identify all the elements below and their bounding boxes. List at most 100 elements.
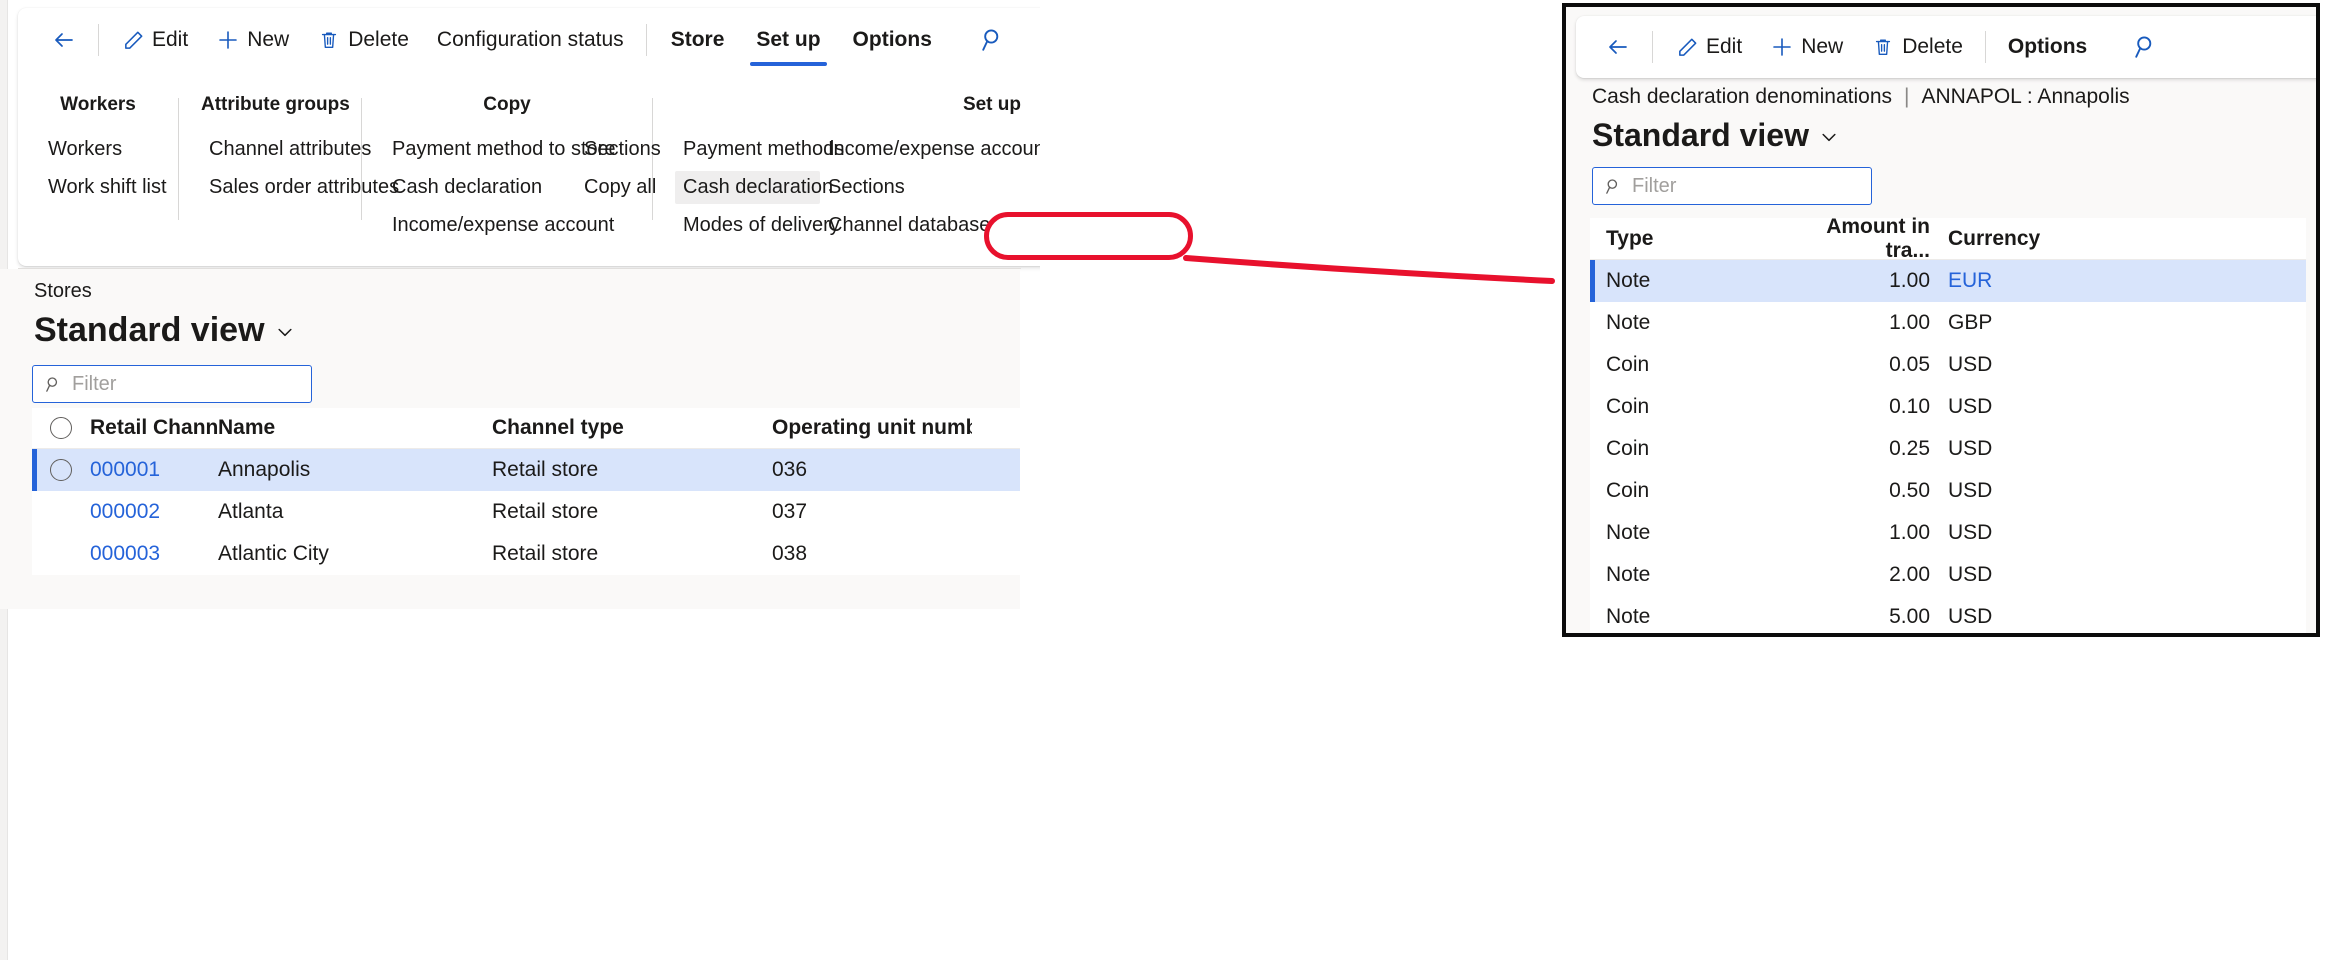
ribbon-group-title: Set up: [675, 94, 1031, 116]
ribbon-group-setup: Set up Payment methods Cash declaration …: [653, 94, 1040, 242]
tab-options[interactable]: Options: [837, 12, 948, 68]
ribbon-item-modes-of-delivery[interactable]: Modes of delivery: [675, 209, 820, 242]
cell-currency: USD: [1930, 563, 2080, 587]
configuration-status-button[interactable]: Configuration status: [423, 18, 638, 62]
radio-icon: [50, 459, 72, 481]
panel-search-button[interactable]: [2119, 22, 2173, 72]
ribbon-group-title: Workers: [40, 94, 156, 116]
cell-type: Coin: [1590, 437, 1800, 461]
table-row[interactable]: Note 1.00 EUR: [1590, 260, 2306, 302]
table-row[interactable]: 000003 Atlantic City Retail store 038: [32, 533, 1020, 575]
ribbon-item-workers[interactable]: Workers: [40, 133, 175, 166]
tabs-divider: [646, 24, 647, 56]
cell-type: Note: [1590, 311, 1800, 335]
select-all-radio[interactable]: [32, 417, 90, 439]
ribbon-item-copy-payment-method-to-store[interactable]: Payment method to store: [384, 133, 576, 166]
tab-store[interactable]: Store: [655, 12, 741, 68]
chevron-down-icon: [275, 322, 293, 340]
edit-button-label: Edit: [152, 28, 188, 52]
table-row[interactable]: 000001 Annapolis Retail store 036: [32, 449, 1020, 491]
command-bar-divider: [1652, 31, 1653, 63]
column-header-amount[interactable]: Amount in tra...: [1800, 215, 1930, 263]
cell-currency: USD: [1930, 353, 2080, 377]
cell-amount: 0.50: [1800, 479, 1930, 503]
column-header-retail-channel-id[interactable]: Retail Channel Id: [90, 416, 218, 440]
column-header-channel-type[interactable]: Channel type: [492, 416, 772, 440]
command-bar-divider: [98, 24, 99, 56]
column-header-currency[interactable]: Currency: [1930, 227, 2080, 251]
panel-delete-button[interactable]: Delete: [1857, 25, 1977, 69]
search-button[interactable]: [966, 15, 1020, 65]
ribbon-item-income-expense-account[interactable]: Income/expense account: [820, 133, 1040, 166]
table-row[interactable]: Coin 0.25 USD: [1590, 428, 2306, 470]
ribbon-item-copy-income-expense-account[interactable]: Income/expense account: [384, 209, 576, 242]
cell-retail-channel-id[interactable]: 000001: [90, 458, 218, 482]
table-row[interactable]: 000002 Atlanta Retail store 037: [32, 491, 1020, 533]
ribbon-item-cash-declaration[interactable]: Cash declaration: [675, 171, 820, 204]
panel-filter-input-container[interactable]: Filter: [1592, 167, 1872, 205]
column-header-type[interactable]: Type: [1590, 227, 1800, 251]
cash-declaration-denominations-panel: Edit New Delete: [1562, 3, 2320, 637]
ribbon-group-attribute-groups: Attribute groups Channel attributes Sale…: [179, 94, 361, 242]
tab-setup[interactable]: Set up: [740, 12, 836, 68]
tab-options-label: Options: [853, 28, 932, 52]
view-selector[interactable]: Standard view: [34, 311, 293, 350]
cell-retail-channel-id[interactable]: 000002: [90, 500, 218, 524]
back-arrow-icon: [1606, 35, 1630, 59]
filter-input[interactable]: Filter: [72, 373, 116, 396]
edit-button[interactable]: Edit: [107, 18, 202, 62]
cell-amount: 0.05: [1800, 353, 1930, 377]
panel-edit-button[interactable]: Edit: [1661, 25, 1756, 69]
panel-view-selector[interactable]: Standard view: [1592, 117, 1837, 154]
stores-list-page: Stores Standard view Filter: [0, 269, 1020, 609]
ribbon-item-channel-database[interactable]: Channel database: [820, 209, 1040, 242]
cell-currency: USD: [1930, 605, 2080, 629]
panel-new-button[interactable]: New: [1756, 25, 1857, 69]
table-row[interactable]: Note 1.00 GBP: [1590, 302, 2306, 344]
ribbon-item-sections[interactable]: Sections: [820, 171, 1040, 204]
back-button[interactable]: [38, 18, 90, 62]
column-header-operating-unit-number[interactable]: Operating unit number: [772, 416, 972, 440]
configuration-status-label: Configuration status: [437, 28, 624, 52]
table-row[interactable]: Coin 0.05 USD: [1590, 344, 2306, 386]
table-row[interactable]: Coin 0.10 USD: [1590, 386, 2306, 428]
column-header-name[interactable]: Name: [218, 416, 492, 440]
panel-breadcrumb: Cash declaration denominations | ANNAPOL…: [1592, 85, 2130, 109]
panel-filter-input[interactable]: Filter: [1632, 175, 1676, 198]
row-radio[interactable]: [32, 459, 90, 481]
panel-command-bar: Edit New Delete: [1576, 16, 2316, 78]
delete-button[interactable]: Delete: [303, 18, 423, 62]
cell-name: Atlanta: [218, 500, 492, 524]
left-application-window: Edit New Delete: [0, 0, 1040, 960]
search-icon: [979, 26, 1007, 54]
cell-currency[interactable]: EUR: [1930, 269, 2080, 293]
ribbon-item-payment-methods[interactable]: Payment methods: [675, 133, 820, 166]
cell-type: Note: [1590, 605, 1800, 629]
panel-options-label: Options: [2008, 35, 2087, 59]
annotation-arrow: [1180, 225, 1560, 295]
page-title: Standard view: [34, 311, 265, 350]
table-row[interactable]: Note 2.00 USD: [1590, 554, 2306, 596]
ribbon-group-title: Attribute groups: [201, 94, 339, 116]
panel-options-button[interactable]: Options: [1994, 25, 2101, 69]
cell-channel-type: Retail store: [492, 542, 772, 566]
ribbon-item-copy-cash-declaration[interactable]: Cash declaration: [384, 171, 576, 204]
filter-input-container[interactable]: Filter: [32, 365, 312, 403]
pencil-icon: [121, 28, 145, 52]
table-row[interactable]: Note 1.00 USD: [1590, 512, 2306, 554]
cell-type: Note: [1590, 563, 1800, 587]
cell-type: Coin: [1590, 353, 1800, 377]
new-button[interactable]: New: [202, 18, 303, 62]
table-row[interactable]: Note 5.00 USD: [1590, 596, 2306, 633]
stores-grid: Retail Channel Id Name Channel type Oper…: [32, 408, 1020, 575]
panel-back-button[interactable]: [1592, 25, 1644, 69]
table-row[interactable]: Coin 0.50 USD: [1590, 470, 2306, 512]
cell-amount: 1.00: [1800, 521, 1930, 545]
cell-retail-channel-id[interactable]: 000003: [90, 542, 218, 566]
pencil-icon: [1675, 35, 1699, 59]
ribbon-item-work-shift-list[interactable]: Work shift list: [40, 171, 175, 204]
ribbon-group-title: Copy: [384, 94, 630, 116]
command-bar-divider: [1985, 31, 1986, 63]
cell-currency: USD: [1930, 479, 2080, 503]
cell-amount: 5.00: [1800, 605, 1930, 629]
